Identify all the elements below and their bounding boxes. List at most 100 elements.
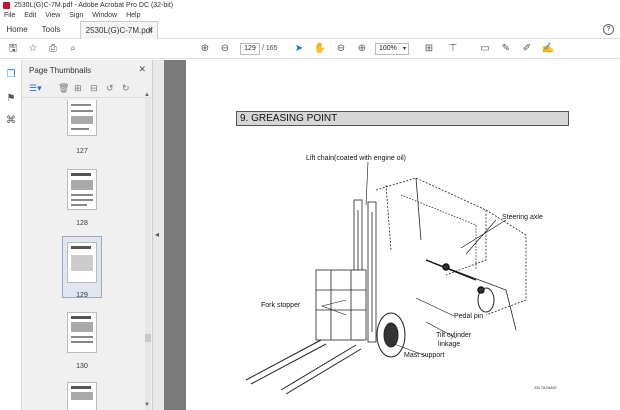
collapse-panel-icon[interactable]: ◂ [155, 230, 159, 239]
callout-lift-chain: Lift chain(coated with engine oil) [306, 155, 407, 162]
wheels [376, 287, 495, 358]
panel-splitter[interactable]: ◂ [153, 60, 164, 410]
tab-document[interactable]: 2530L(G)C-7M.pdf × [80, 21, 158, 39]
page-thumbnails-icon[interactable]: ❐ [4, 68, 18, 82]
thumbnail-label: 127 [76, 148, 88, 155]
next-page-icon[interactable]: ⊖ [218, 42, 232, 56]
thumbnail-block [71, 322, 93, 332]
delete-page-icon[interactable]: 🗑 [58, 83, 69, 94]
thumbnail-block [71, 180, 93, 190]
window-titlebar: 2530L(G)C-7M.pdf - Adobe Acrobat Pro DC … [0, 0, 620, 11]
thumbnail-scrollbar[interactable]: ▲ ▼ [144, 92, 151, 410]
highlight-pen-icon[interactable]: ✎ [499, 42, 513, 56]
page-thumbnail-selected[interactable] [67, 242, 97, 283]
thumbnail-options-icon[interactable]: ☰▾ [29, 83, 42, 94]
scroll-mode-icon[interactable]: ⊤ [446, 42, 460, 56]
menu-sign[interactable]: Sign [69, 12, 83, 19]
figure-id: 25L7AOM45 [534, 385, 557, 390]
thumbnail-line [71, 341, 93, 343]
rotate-right-icon[interactable]: ↻ [122, 83, 130, 94]
chevron-down-icon: ▾ [402, 46, 406, 52]
comment-icon[interactable]: ▭ [478, 42, 492, 56]
rotate-left-icon[interactable]: ↺ [106, 83, 114, 94]
page-number-input[interactable]: 129 [240, 43, 260, 55]
tab-document-label: 2530L(G)C-7M.pdf [85, 26, 153, 35]
menu-view[interactable]: View [45, 12, 60, 19]
callout-pedal-pin: Pedal pin [454, 313, 484, 320]
page-thumbnails-panel: Page Thumbnails ✕ ☰▾ 🗑 ⊞ ⊟ ↺ ↻ 127 128 1… [22, 60, 153, 410]
tab-home[interactable]: Home [0, 21, 34, 39]
zoom-out-icon[interactable]: ⊖ [334, 42, 348, 56]
thumbnail-header [71, 316, 91, 319]
thumbnail-block [71, 255, 93, 271]
window-title: 2530L(G)C-7M.pdf - Adobe Acrobat Pro DC … [14, 2, 174, 9]
thumbnail-label: 129 [76, 292, 88, 299]
acrobat-app-icon [3, 2, 10, 9]
zoom-level-select[interactable]: 100% ▾ [375, 43, 409, 55]
main-toolbar: 🖫 ☆ ⎙ ⌕ ⊕ ⊖ 129 / 165 ➤ ✋ ⊖ ⊕ 100% ▾ ⊞ ⊤… [0, 39, 620, 59]
save-icon[interactable]: 🖫 [6, 42, 20, 56]
thumbnail-line [71, 104, 91, 106]
callout-steering-axle: Steering axle [502, 214, 543, 221]
thumbnail-block [71, 392, 93, 400]
print-icon[interactable]: ⎙ [46, 42, 60, 56]
zoom-level-value: 100% [379, 45, 397, 52]
help-icon[interactable]: ? [603, 24, 614, 35]
steering-axle [425, 259, 485, 294]
select-cursor-icon[interactable]: ➤ [292, 42, 306, 56]
page-thumbnail[interactable] [67, 312, 97, 353]
callout-tilt-cylinder-linkage: linkage [438, 341, 461, 348]
insert-page-icon[interactable]: ⊞ [74, 83, 82, 94]
menu-window[interactable]: Window [92, 12, 117, 19]
menu-bar: File Edit View Sign Window Help [0, 11, 620, 21]
hand-tool-icon[interactable]: ✋ [313, 42, 327, 56]
bookmarks-icon[interactable]: ⚑ [4, 92, 18, 106]
callout-fork-stopper: Fork stopper [261, 302, 301, 309]
page-thumbnail[interactable] [67, 169, 97, 210]
page-display-icon[interactable]: ⊞ [422, 42, 436, 56]
thumbnail-line [71, 204, 87, 206]
thumbnail-line [71, 128, 89, 130]
page-total: / 165 [262, 45, 278, 52]
zoom-in-icon[interactable]: ⊕ [355, 42, 369, 56]
thumbnail-label: 130 [76, 363, 88, 370]
extract-page-icon[interactable]: ⊟ [90, 83, 98, 94]
forks [245, 339, 362, 395]
page-thumbnail[interactable] [67, 100, 97, 136]
thumbnail-line [71, 336, 93, 338]
scrollbar-thumb[interactable] [145, 334, 151, 342]
panel-toolbar: ☰▾ 🗑 ⊞ ⊟ ↺ ↻ [22, 80, 153, 98]
menu-help[interactable]: Help [126, 12, 140, 19]
scroll-up-arrow-icon[interactable]: ▲ [144, 92, 150, 98]
scroll-down-arrow-icon[interactable]: ▼ [144, 402, 150, 408]
callout-mast-support: Mast support [404, 352, 445, 359]
tab-tools[interactable]: Tools [34, 21, 68, 39]
thumbnail-header [71, 173, 91, 176]
menu-file[interactable]: File [4, 12, 15, 19]
draw-icon[interactable]: ✐ [520, 42, 534, 56]
left-navigation-rail: ❐ ⚑ ⌘ [0, 60, 22, 410]
search-icon[interactable]: ⌕ [66, 42, 80, 56]
forklift-cabin [375, 177, 527, 331]
pdf-page: 9. GREASING POINT Lift chain(coated with… [186, 60, 620, 410]
menu-edit[interactable]: Edit [24, 12, 36, 19]
thumbnail-line [71, 199, 93, 201]
thumbnail-label: 128 [76, 220, 88, 227]
close-panel-icon[interactable]: ✕ [138, 64, 146, 75]
previous-page-icon[interactable]: ⊕ [198, 42, 212, 56]
close-tab-icon[interactable]: × [148, 22, 153, 40]
thumbnail-line [71, 194, 93, 196]
thumbnail-block [71, 116, 93, 124]
tab-bar: Home Tools 2530L(G)C-7M.pdf × ? [0, 21, 620, 39]
fill-sign-icon[interactable]: ✍ [541, 42, 555, 56]
callout-tilt-cylinder: Tilt cylinder [436, 332, 472, 339]
document-viewport[interactable]: 9. GREASING POINT Lift chain(coated with… [164, 60, 620, 410]
panel-title: Page Thumbnails [29, 66, 92, 75]
thumbnail-header [71, 386, 91, 389]
thumbnail-line [71, 110, 93, 112]
fork-carriage [315, 269, 367, 341]
attachments-icon[interactable]: ⌘ [4, 114, 18, 128]
thumbnail-header [71, 246, 91, 249]
bookmark-star-icon[interactable]: ☆ [26, 42, 40, 56]
page-thumbnail[interactable] [67, 382, 97, 410]
